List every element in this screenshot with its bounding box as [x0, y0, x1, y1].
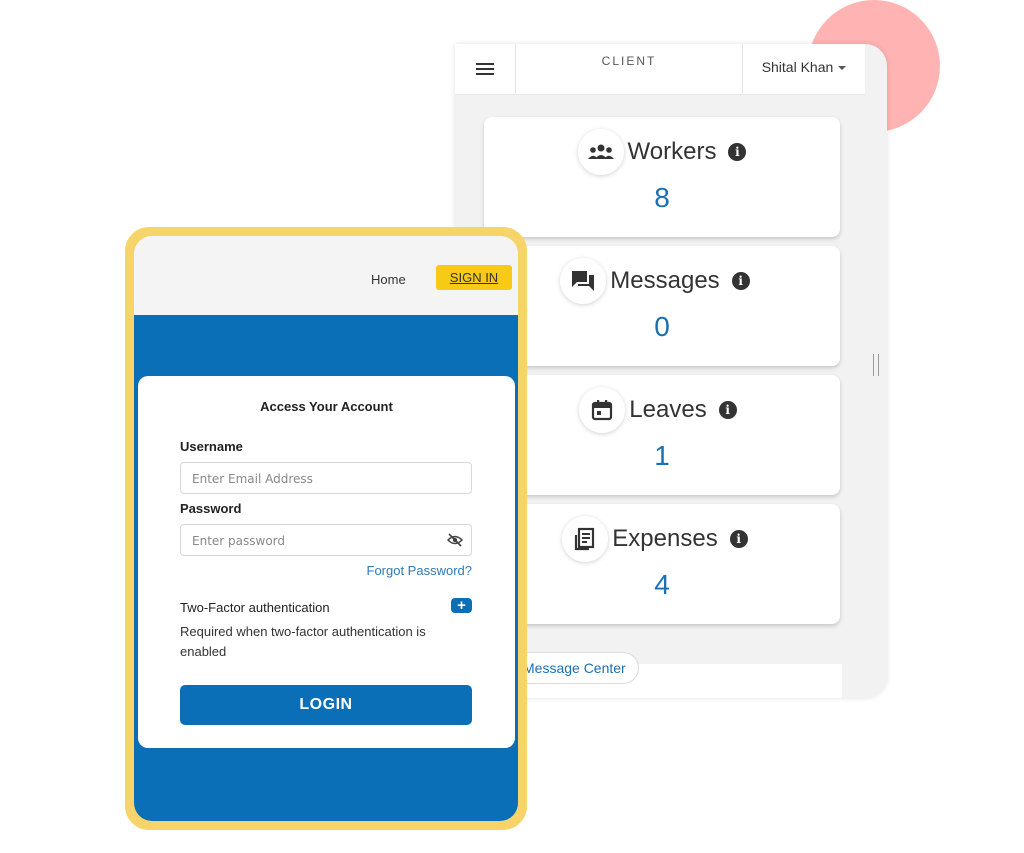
login-button[interactable]: LOGIN [180, 685, 472, 725]
chat-bubbles-icon [560, 258, 607, 304]
tfa-label: Two-Factor authentication [180, 600, 330, 615]
card-value: 1 [654, 440, 670, 471]
eye-slash-icon[interactable] [447, 533, 463, 547]
card-leaves[interactable]: Leaves i 1 [484, 375, 840, 495]
login-navbar: Home SIGN IN [134, 236, 518, 315]
form-title: Access Your Account [260, 399, 393, 414]
info-icon[interactable]: i [729, 530, 748, 548]
password-label: Password [180, 501, 242, 516]
card-workers[interactable]: Workers i 8 [484, 117, 840, 237]
scrollbar-grip[interactable] [873, 354, 879, 376]
card-value: 8 [654, 182, 670, 213]
user-name: Shital Khan [761, 59, 834, 75]
password-input[interactable]: Enter password [180, 524, 472, 556]
receipt-icon [562, 516, 609, 562]
message-center-button[interactable]: Message Center [510, 652, 639, 684]
header-label: CLIENT [516, 44, 743, 94]
card-title: Messages [610, 267, 720, 294]
nav-home-link[interactable]: Home [371, 272, 406, 287]
info-icon[interactable]: i [731, 272, 750, 290]
username-placeholder: Enter Email Address [192, 472, 313, 486]
people-group-icon [577, 129, 624, 175]
nav-signin-button[interactable]: SIGN IN [436, 265, 512, 290]
card-value: 0 [654, 311, 670, 342]
user-menu-dropdown[interactable]: Shital Khan [743, 44, 865, 94]
card-title: Expenses [612, 525, 718, 552]
caret-down-icon [838, 66, 847, 71]
card-messages[interactable]: Messages i 0 [484, 246, 840, 366]
login-form-card: Access Your Account Username Enter Email… [138, 376, 515, 748]
dashboard-topbar: CLIENT Shital Khan [455, 44, 865, 95]
username-input[interactable]: Enter Email Address [180, 462, 472, 494]
calendar-icon [579, 387, 626, 433]
card-title: Leaves [629, 396, 707, 423]
forgot-password-link[interactable]: Forgot Password? [367, 563, 473, 578]
card-value: 4 [654, 569, 670, 600]
card-title: Workers [627, 138, 717, 165]
info-icon[interactable]: i [728, 143, 747, 161]
hamburger-menu-button[interactable] [455, 44, 516, 94]
info-icon[interactable]: i [718, 401, 737, 419]
username-label: Username [180, 439, 243, 454]
tfa-description: Required when two-factor authentication … [180, 624, 426, 659]
hamburger-icon [476, 63, 494, 75]
login-phone: Home SIGN IN Access Your Account Usernam… [125, 227, 527, 830]
password-placeholder: Enter password [192, 534, 285, 548]
plus-icon[interactable]: + [451, 598, 472, 613]
card-expenses[interactable]: Expenses i 4 [484, 504, 840, 624]
